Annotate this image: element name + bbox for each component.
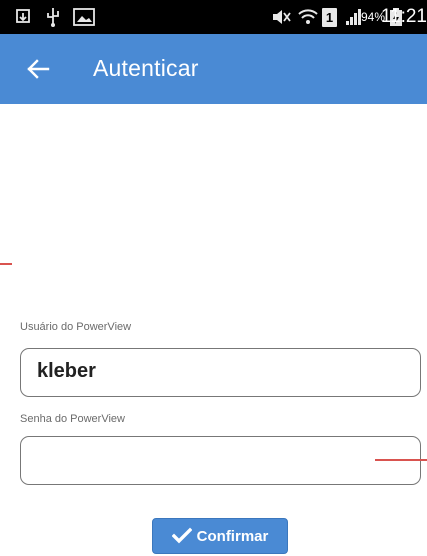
user-field-label: Usuário do PowerView	[20, 321, 132, 333]
sim-number: 1	[322, 7, 337, 27]
wifi-icon	[297, 0, 319, 34]
image-icon	[73, 0, 95, 34]
back-arrow-icon[interactable]	[22, 53, 54, 85]
sim-icon: 1	[322, 0, 337, 34]
user-input[interactable]: kleber	[20, 348, 421, 397]
download-icon	[14, 0, 34, 34]
mute-icon	[270, 0, 292, 34]
confirm-button-label: Confirmar	[196, 527, 269, 545]
edge-marker	[0, 263, 12, 265]
app-bar: Autenticar	[0, 34, 427, 104]
confirm-button[interactable]: Confirmar	[152, 518, 288, 554]
user-input-value: kleber	[37, 360, 96, 382]
status-bar: 1 94% 11:21	[0, 0, 427, 34]
usb-icon	[45, 0, 61, 34]
clock-text: 11:21	[380, 6, 427, 27]
page-title: Autenticar	[93, 55, 199, 81]
pointer-line	[375, 459, 427, 461]
password-input[interactable]	[20, 436, 421, 485]
password-field-label: Senha do PowerView	[20, 413, 125, 425]
check-icon	[171, 527, 193, 545]
